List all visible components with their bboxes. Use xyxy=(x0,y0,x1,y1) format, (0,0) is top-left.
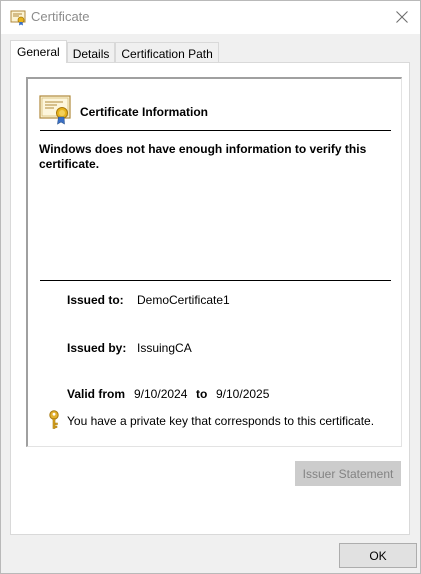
tab-general[interactable]: General xyxy=(10,40,67,63)
private-key-note: You have a private key that corresponds … xyxy=(67,414,375,428)
divider xyxy=(40,280,391,281)
divider xyxy=(40,130,391,131)
key-icon xyxy=(48,410,60,430)
verification-warning: Windows does not have enough information… xyxy=(39,142,367,171)
close-icon xyxy=(396,11,408,23)
issued-to-value: DemoCertificate1 xyxy=(137,293,230,307)
issued-by-label: Issued by: xyxy=(67,341,127,355)
tab-details[interactable]: Details xyxy=(66,42,116,63)
issued-to-label: Issued to: xyxy=(67,293,124,307)
valid-from-label: Valid from xyxy=(67,387,126,401)
close-button[interactable] xyxy=(390,6,414,28)
issued-by-value: IssuingCA xyxy=(137,341,192,355)
title-bar: Certificate xyxy=(1,1,420,34)
valid-to-label: to xyxy=(196,387,208,401)
tab-certification-path[interactable]: Certification Path xyxy=(115,42,219,63)
certificate-info-panel: Certificate Information Windows does not… xyxy=(26,77,402,447)
window-title: Certificate xyxy=(31,9,90,24)
ok-button[interactable]: OK xyxy=(339,543,417,568)
issuer-statement-button[interactable]: Issuer Statement xyxy=(295,461,401,486)
certificate-icon xyxy=(39,94,73,126)
tab-strip: General Details Certification Path xyxy=(10,40,219,63)
certificate-info-heading: Certificate Information xyxy=(80,105,209,119)
certificate-dialog: Certificate General Details Certificatio… xyxy=(0,0,421,574)
general-tab-panel: Certificate Information Windows does not… xyxy=(10,62,410,535)
certificate-icon xyxy=(10,9,27,26)
valid-from-value: 9/10/2024 xyxy=(134,387,188,401)
valid-to-value: 9/10/2025 xyxy=(216,387,270,401)
